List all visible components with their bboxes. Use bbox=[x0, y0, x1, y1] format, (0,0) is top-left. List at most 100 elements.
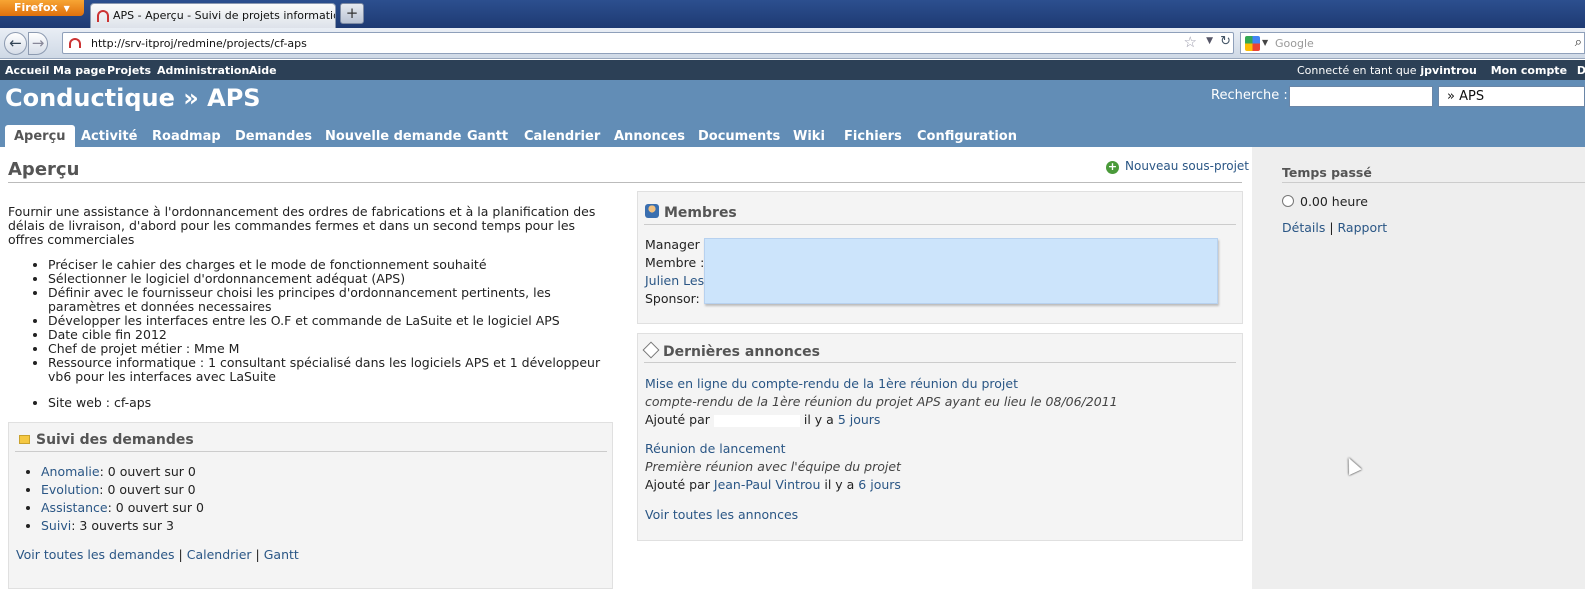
content: Aperçu + Nouveau sous-projet Fournir une … bbox=[0, 147, 1252, 589]
list-item: Préciser le cahier des charges et le mod… bbox=[48, 258, 608, 272]
quick-search-input[interactable] bbox=[1289, 86, 1433, 107]
view-all-issues-link[interactable]: Voir toutes les demandes bbox=[16, 547, 175, 562]
news-item: Réunion de lancement Première réunion av… bbox=[645, 440, 901, 494]
url-text: http://srv-itproj/redmine/projects/cf-ap… bbox=[91, 37, 307, 50]
sidebar-title: Temps passé bbox=[1282, 165, 1372, 180]
member-role-sponsor: Sponsor: bbox=[645, 291, 700, 306]
news-date-link[interactable]: 6 jours bbox=[858, 477, 901, 492]
browser-nav-bar: ← → http://srv-itproj/redmine/projects/c… bbox=[0, 28, 1585, 59]
news-added-by: Ajouté par bbox=[645, 412, 710, 427]
tab-activite[interactable]: Activité bbox=[81, 129, 137, 144]
redmine-favicon-icon bbox=[97, 10, 109, 22]
search-icon[interactable]: ⌕ bbox=[1575, 35, 1582, 50]
forward-button[interactable]: → bbox=[28, 32, 48, 55]
news-date-link[interactable]: 5 jours bbox=[838, 412, 881, 427]
sidebar-divider bbox=[1282, 182, 1585, 183]
site-web: Site web : cf-aps bbox=[48, 395, 151, 410]
members-box-title: Membres bbox=[645, 204, 737, 221]
issues-links: Voir toutes les demandes | Calendrier | … bbox=[16, 547, 299, 562]
sidebar: Temps passé 0.00 heure Détails | Rapport bbox=[1252, 147, 1585, 589]
tracker-link-anomalie[interactable]: Anomalie bbox=[41, 464, 100, 479]
member-link[interactable]: Julien Les bbox=[645, 273, 704, 288]
search-label: Recherche : bbox=[1211, 88, 1288, 103]
members-box-title-text: Membres bbox=[664, 205, 737, 221]
bookmark-star-icon[interactable]: ☆ bbox=[1184, 33, 1197, 51]
tracker-link-assistance[interactable]: Assistance bbox=[41, 500, 108, 515]
tab-demandes[interactable]: Demandes bbox=[235, 129, 312, 144]
box-divider bbox=[644, 362, 1236, 363]
tracker-item: Assistance: 0 ouvert sur 0 bbox=[41, 499, 204, 517]
tracker-link-evolution[interactable]: Evolution bbox=[41, 482, 99, 497]
page-title: Aperçu bbox=[8, 159, 80, 180]
top-menu: Accueil Ma page Projets Administration A… bbox=[0, 60, 1585, 80]
gantt-link[interactable]: Gantt bbox=[264, 547, 299, 562]
back-button[interactable]: ← bbox=[4, 32, 27, 55]
tab-apercu[interactable]: Aperçu bbox=[5, 125, 75, 147]
tab-wiki[interactable]: Wiki bbox=[793, 129, 825, 144]
search-engine-dropdown-icon[interactable]: ▼ bbox=[1262, 38, 1268, 47]
details-link[interactable]: Détails bbox=[1282, 220, 1325, 235]
tab-configuration[interactable]: Configuration bbox=[917, 129, 1017, 144]
box-divider bbox=[15, 451, 607, 452]
google-icon bbox=[1245, 36, 1260, 51]
tab-title: APS - Aperçu - Suivi de projets informat… bbox=[113, 9, 335, 22]
time-spent: 0.00 heure bbox=[1282, 194, 1368, 209]
tracker-link-suivi[interactable]: Suivi bbox=[41, 518, 71, 533]
url-dropdown-icon[interactable]: ▼ bbox=[1206, 36, 1213, 46]
redacted-overlay bbox=[704, 238, 1218, 304]
sidebar-links: Détails | Rapport bbox=[1282, 220, 1388, 235]
list-item: Sélectionner le logiciel d'ordonnancemen… bbox=[48, 272, 608, 286]
time-spent-value: 0.00 heure bbox=[1300, 194, 1368, 209]
firefox-menu-button[interactable]: Firefox ▼ bbox=[0, 0, 84, 16]
firefox-menu-label: Firefox bbox=[14, 1, 58, 14]
my-account-link[interactable]: Mon compte bbox=[1491, 64, 1567, 77]
tracker-count: : 0 ouvert sur 0 bbox=[99, 464, 196, 479]
news-ago: il y a bbox=[803, 412, 834, 427]
tab-fichiers[interactable]: Fichiers bbox=[844, 129, 902, 144]
tab-nouvelle-demande[interactable]: Nouvelle demande bbox=[325, 129, 461, 144]
news-summary: Première réunion avec l'équipe du projet bbox=[645, 459, 901, 474]
current-user-link[interactable]: jpvintrou bbox=[1420, 64, 1477, 77]
redacted-author bbox=[713, 414, 800, 427]
list-item: Ressource informatique : 1 consultant sp… bbox=[48, 356, 608, 384]
redacted-block bbox=[239, 343, 276, 356]
tab-calendrier[interactable]: Calendrier bbox=[524, 129, 600, 144]
tab-gantt[interactable]: Gantt bbox=[467, 129, 508, 144]
top-menu-my-page[interactable]: Ma page bbox=[53, 64, 106, 77]
logout-link[interactable]: D bbox=[1577, 64, 1585, 77]
new-subproject-link[interactable]: + Nouveau sous-projet bbox=[1106, 159, 1249, 174]
member-role-manager: Manager bbox=[645, 237, 700, 252]
project-header: Conductique » APS Recherche : » APS Aper… bbox=[0, 80, 1585, 147]
calendar-link[interactable]: Calendrier bbox=[187, 547, 252, 562]
tracker-list: Anomalie: 0 ouvert sur 0 Evolution: 0 ou… bbox=[41, 463, 204, 535]
news-item: Mise en ligne du compte-rendu de la 1ère… bbox=[645, 375, 1118, 429]
new-tab-button[interactable]: + bbox=[340, 3, 364, 24]
top-menu-projects[interactable]: Projets bbox=[107, 64, 151, 77]
news-title-link[interactable]: Mise en ligne du compte-rendu de la 1ère… bbox=[645, 376, 1018, 391]
tab-annonces[interactable]: Annonces bbox=[614, 129, 685, 144]
logged-in-label: Connecté en tant que bbox=[1297, 64, 1417, 77]
tab-roadmap[interactable]: Roadmap bbox=[152, 129, 221, 144]
url-bar[interactable]: http://srv-itproj/redmine/projects/cf-ap… bbox=[62, 32, 1234, 54]
project-jump-select[interactable]: » APS bbox=[1438, 86, 1585, 107]
issues-box-title: Suivi des demandes bbox=[19, 432, 194, 448]
news-author-link[interactable]: Jean-Paul Vintrou bbox=[714, 477, 820, 492]
top-menu-admin[interactable]: Administration bbox=[157, 64, 249, 77]
browser-tab[interactable]: APS - Aperçu - Suivi de projets informat… bbox=[90, 3, 336, 28]
list-item: Définir avec le fournisseur choisi les p… bbox=[48, 286, 608, 314]
news-title-link[interactable]: Réunion de lancement bbox=[645, 441, 786, 456]
reload-icon[interactable]: ↻ bbox=[1220, 34, 1231, 49]
browser-search-box[interactable]: ▼ Google ⌕ bbox=[1240, 32, 1585, 54]
issues-icon bbox=[19, 435, 30, 444]
search-placeholder: Google bbox=[1275, 37, 1314, 50]
top-menu-home[interactable]: Accueil bbox=[5, 64, 49, 77]
box-divider bbox=[644, 224, 1236, 225]
site-web-list: Site web : cf-aps bbox=[48, 395, 151, 410]
report-link[interactable]: Rapport bbox=[1338, 220, 1388, 235]
tracker-item: Anomalie: 0 ouvert sur 0 bbox=[41, 463, 204, 481]
list-item: Date cible fin 2012 bbox=[48, 328, 608, 342]
tracker-count: : 0 ouvert sur 0 bbox=[107, 500, 204, 515]
top-menu-help[interactable]: Aide bbox=[249, 64, 277, 77]
tab-documents[interactable]: Documents bbox=[698, 129, 780, 144]
view-all-news-link[interactable]: Voir toutes les annonces bbox=[645, 507, 798, 522]
